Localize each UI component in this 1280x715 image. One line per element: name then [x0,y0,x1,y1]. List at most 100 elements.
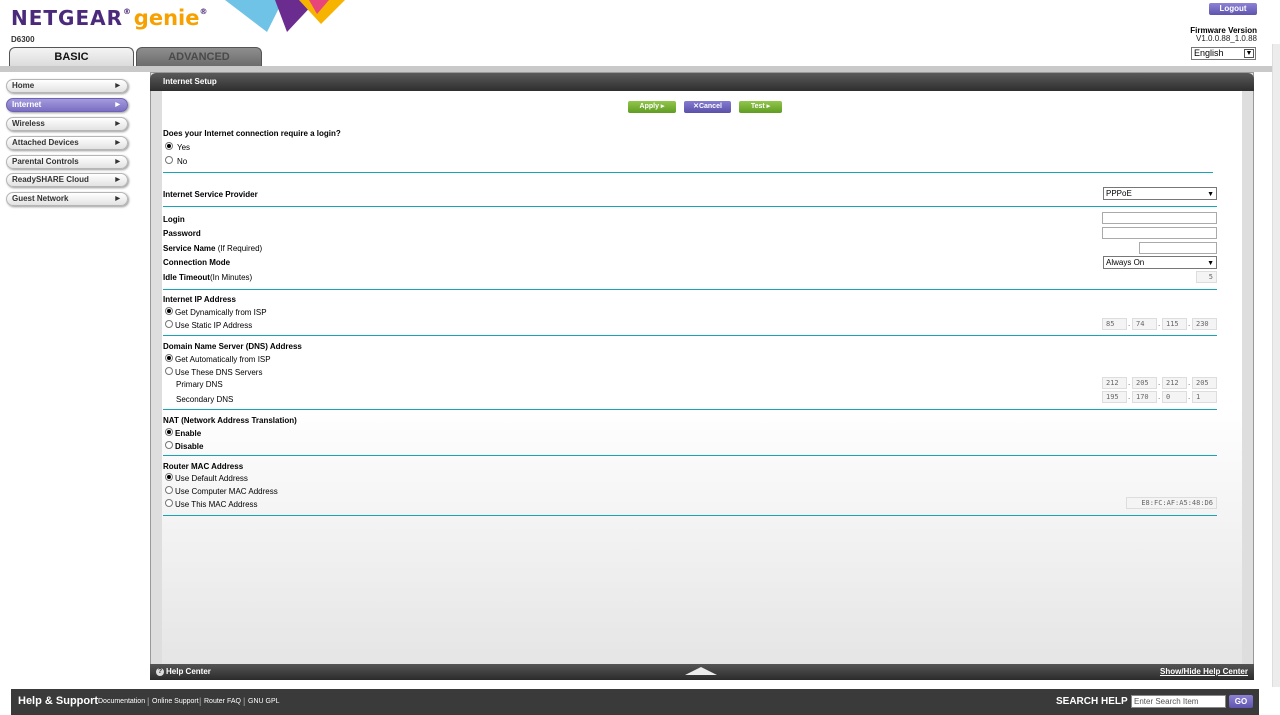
expand-up-icon[interactable] [685,667,717,675]
sidebar-item-home[interactable]: Home ▶ [6,79,128,93]
link-separator: | [199,696,202,706]
sidebar-item-label: Wireless [12,119,45,128]
cancel-label: Cancel [698,103,722,110]
login-question: Does your Internet connection require a … [163,129,341,138]
primary-dns-octet-2[interactable]: 205 [1132,377,1157,389]
chevron-down-icon: ▼ [1207,191,1214,198]
link-separator: | [147,696,150,706]
firmware-version-value: V1.0.0.88_1.0.88 [1196,34,1257,43]
caret-right-icon: ▶ [115,140,120,146]
page-scrollbar[interactable] [1272,44,1280,687]
primary-dns-label: Primary DNS [176,380,223,389]
mac-computer-radio[interactable] [165,486,173,494]
idle-timeout-row: Idle Timeout(In Minutes) [163,273,252,282]
ip-static-radio[interactable] [165,320,173,328]
secondary-dns-octet-4[interactable]: 1 [1192,391,1217,403]
link-separator: | [243,696,246,706]
sidebar-item-parental-controls[interactable]: Parental Controls ▶ [6,155,128,169]
service-name-hint: (If Required) [217,244,263,253]
secondary-dns-octet-1[interactable]: 195 [1102,391,1127,403]
sidebar-item-readyshare-cloud[interactable]: ReadySHARE Cloud ▶ [6,173,128,187]
help-support-title: Help & Support [18,695,99,707]
ip-separator: . [1128,392,1131,401]
ip-separator: . [1158,378,1161,387]
dns-section-title: Domain Name Server (DNS) Address [163,342,302,351]
connection-mode-value: Always On [1106,258,1145,267]
password-label: Password [163,229,201,238]
section-divider [163,515,1217,516]
ip-separator: . [1188,392,1191,401]
ip-separator: . [1128,319,1131,328]
isp-value: PPPoE [1106,189,1132,198]
mac-custom-radio[interactable] [165,499,173,507]
isp-select[interactable]: PPPoE ▼ [1103,187,1217,200]
gnu-gpl-link[interactable]: GNU GPL [248,698,280,705]
login-input[interactable] [1102,212,1217,224]
caret-right-icon: ▶ [115,102,120,108]
caret-right-icon: ▶ [115,121,120,127]
sidebar-item-internet[interactable]: Internet ▶ [6,98,128,112]
mac-section-title: Router MAC Address [163,462,244,471]
primary-dns-octet-4[interactable]: 205 [1192,377,1217,389]
panel-title: Internet Setup [150,73,1254,91]
mac-default-label: Use Default Address [175,474,248,483]
login-no-radio[interactable] [165,156,173,164]
documentation-link[interactable]: Documentation [98,698,145,705]
apply-button[interactable]: Apply ▸ [628,101,676,113]
help-center-label[interactable]: Help Center [166,664,211,680]
panel-content [162,91,1242,665]
static-ip-octet-2[interactable]: 74 [1132,318,1157,330]
secondary-dns-octet-2[interactable]: 170 [1132,391,1157,403]
product-name: genie [133,6,200,30]
connection-mode-select[interactable]: Always On ▼ [1103,256,1217,269]
login-yes-radio[interactable] [165,142,173,150]
help-icon[interactable]: ? [156,668,164,676]
login-no-label: No [177,157,188,166]
static-ip-octet-1[interactable]: 85 [1102,318,1127,330]
ip-static-label: Use Static IP Address [175,321,253,330]
search-go-button[interactable]: GO [1229,695,1253,708]
cancel-button[interactable]: ✕Cancel [684,101,731,113]
nat-section-title: NAT (Network Address Translation) [163,416,297,425]
primary-dns-octet-3[interactable]: 212 [1162,377,1187,389]
sidebar-item-label: Home [12,81,35,90]
ip-separator: . [1158,319,1161,328]
section-divider [163,409,1217,410]
dns-auto-label: Get Automatically from ISP [175,355,271,364]
online-support-link[interactable]: Online Support [152,698,199,705]
logout-button[interactable]: Logout [1209,3,1257,15]
search-help-label: SEARCH HELP [1056,696,1128,707]
test-button[interactable]: Test ▸ [739,101,782,113]
nat-enable-radio[interactable] [165,428,173,436]
idle-timeout-input[interactable]: 5 [1196,271,1217,283]
language-select[interactable]: English ▼ [1191,47,1256,60]
dns-auto-radio[interactable] [165,354,173,362]
secondary-dns-octet-3[interactable]: 0 [1162,391,1187,403]
show-hide-help-link[interactable]: Show/Hide Help Center [1160,664,1248,680]
tab-basic[interactable]: BASIC [9,47,134,67]
search-input[interactable]: Enter Search Item [1131,695,1226,708]
chevron-down-icon: ▼ [1244,49,1254,58]
ip-section-title: Internet IP Address [163,295,236,304]
static-ip-octet-3[interactable]: 115 [1162,318,1187,330]
ip-separator: . [1128,378,1131,387]
mac-default-radio[interactable] [165,473,173,481]
sidebar-item-wireless[interactable]: Wireless ▶ [6,117,128,131]
service-name-input[interactable] [1139,242,1217,254]
sidebar-item-label: Parental Controls [12,157,79,166]
router-faq-link[interactable]: Router FAQ [204,698,241,705]
sidebar-item-attached-devices[interactable]: Attached Devices ▶ [6,136,128,150]
sidebar-item-guest-network[interactable]: Guest Network ▶ [6,192,128,206]
ip-dynamic-radio[interactable] [165,307,173,315]
tab-advanced[interactable]: ADVANCED [136,47,262,67]
static-ip-octet-4[interactable]: 230 [1192,318,1217,330]
mac-address-input[interactable]: E8:FC:AF:A5:48:D6 [1126,497,1217,509]
dns-manual-label: Use These DNS Servers [175,368,263,377]
service-name-label: Service Name [163,244,216,253]
password-input[interactable] [1102,227,1217,239]
idle-timeout-hint: (In Minutes) [209,273,253,282]
primary-dns-octet-1[interactable]: 212 [1102,377,1127,389]
nat-disable-radio[interactable] [165,441,173,449]
dns-manual-radio[interactable] [165,367,173,375]
service-name-row: Service Name (If Required) [163,244,262,253]
